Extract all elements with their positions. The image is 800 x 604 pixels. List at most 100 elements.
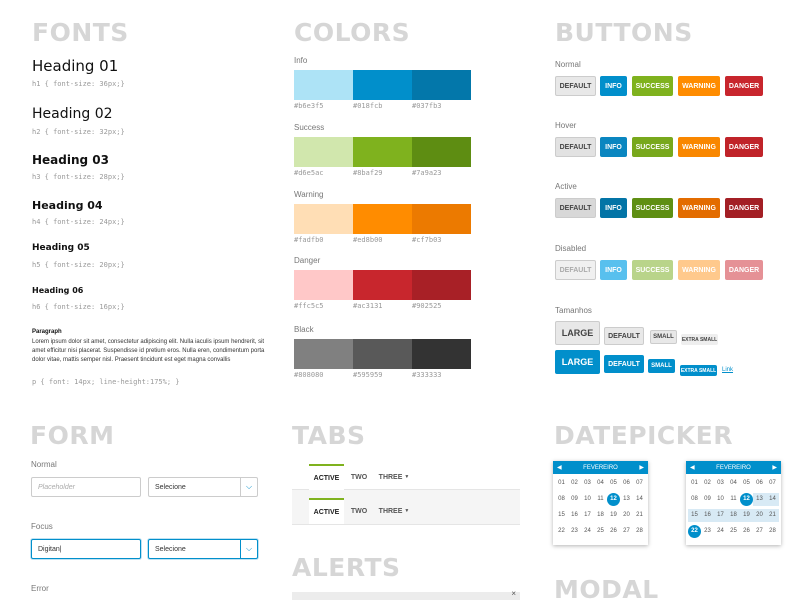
calendar-day[interactable]: 08 bbox=[555, 493, 568, 506]
button-xsmall-info[interactable]: EXTRA SMALL bbox=[680, 365, 717, 376]
calendar-day[interactable]: 19 bbox=[607, 509, 620, 522]
button-success-disabled[interactable]: SUCCESS bbox=[632, 260, 673, 280]
button-large-info[interactable]: LARGE bbox=[555, 350, 600, 374]
calendar-day[interactable]: 04 bbox=[727, 477, 740, 490]
button-danger-normal[interactable]: DANGER bbox=[725, 76, 763, 96]
calendar-day[interactable]: 19 bbox=[740, 509, 753, 522]
button-danger-hover[interactable]: DANGER bbox=[725, 137, 763, 157]
calendar-day[interactable]: 05 bbox=[740, 477, 753, 490]
calendar-day[interactable]: 18 bbox=[594, 509, 607, 522]
button-xsmall-default[interactable]: EXTRA SMALL bbox=[681, 334, 718, 345]
calendar-day[interactable]: 20 bbox=[753, 509, 766, 522]
calendar-day[interactable]: 13 bbox=[753, 493, 766, 506]
calendar-day[interactable]: 12 bbox=[607, 493, 620, 506]
button-success-active[interactable]: SUCCESS bbox=[632, 198, 673, 218]
calendar-day[interactable]: 01 bbox=[555, 477, 568, 490]
prev-arrow-icon[interactable]: ◀ bbox=[557, 464, 562, 471]
calendar-day[interactable]: 17 bbox=[581, 509, 594, 522]
datepicker-single[interactable]: ◀ FEVEREIRO ▶ 01 02 03 04 05 06 07 08 09 10 11 12 13 14… bbox=[553, 461, 648, 545]
tab-active[interactable]: ACTIVE bbox=[309, 464, 344, 490]
calendar-day[interactable]: 12 bbox=[740, 493, 753, 506]
calendar-day[interactable]: 23 bbox=[568, 525, 581, 538]
button-default-info[interactable]: DEFAULT bbox=[604, 355, 644, 373]
normal-input[interactable]: Placeholder bbox=[31, 477, 141, 497]
tab-three-filled[interactable]: THREE ▼ bbox=[376, 498, 412, 524]
button-info-normal[interactable]: INFO bbox=[600, 76, 627, 96]
calendar-day[interactable]: 02 bbox=[701, 477, 714, 490]
tab-two[interactable]: TWO bbox=[345, 464, 373, 490]
calendar-day[interactable]: 18 bbox=[727, 509, 740, 522]
calendar-day[interactable]: 28 bbox=[633, 525, 646, 538]
calendar-day[interactable]: 24 bbox=[581, 525, 594, 538]
button-warning-disabled[interactable]: WARNING bbox=[678, 260, 720, 280]
button-info-active[interactable]: INFO bbox=[600, 198, 627, 218]
calendar-day[interactable]: 06 bbox=[620, 477, 633, 490]
close-icon[interactable]: × bbox=[511, 589, 516, 598]
calendar-day[interactable]: 16 bbox=[701, 509, 714, 522]
calendar-day[interactable]: 21 bbox=[766, 509, 779, 522]
button-default-hover[interactable]: DEFAULT bbox=[555, 137, 596, 157]
calendar-day[interactable]: 23 bbox=[701, 525, 714, 538]
calendar-day[interactable]: 28 bbox=[766, 525, 779, 538]
calendar-day[interactable]: 08 bbox=[688, 493, 701, 506]
calendar-day[interactable]: 01 bbox=[688, 477, 701, 490]
button-small-default[interactable]: SMALL bbox=[650, 330, 677, 344]
calendar-day[interactable]: 09 bbox=[568, 493, 581, 506]
calendar-day[interactable]: 11 bbox=[594, 493, 607, 506]
calendar-day[interactable]: 06 bbox=[753, 477, 766, 490]
button-warning-active[interactable]: WARNING bbox=[678, 198, 720, 218]
calendar-day[interactable]: 07 bbox=[766, 477, 779, 490]
datepicker-range[interactable]: ◀ FEVEREIRO ▶ 01 02 03 04 05 06 07 08 09 10 11 12 13 14… bbox=[686, 461, 781, 545]
calendar-day[interactable]: 25 bbox=[727, 525, 740, 538]
button-success-hover[interactable]: SUCCESS bbox=[632, 137, 673, 157]
calendar-day[interactable]: 04 bbox=[594, 477, 607, 490]
button-danger-disabled[interactable]: DANGER bbox=[725, 260, 763, 280]
button-success-normal[interactable]: SUCCESS bbox=[632, 76, 673, 96]
focus-select[interactable]: Selecione ⌵ bbox=[148, 539, 258, 559]
calendar-day[interactable]: 21 bbox=[633, 509, 646, 522]
calendar-day[interactable]: 13 bbox=[620, 493, 633, 506]
button-danger-active[interactable]: DANGER bbox=[725, 198, 763, 218]
calendar-day[interactable]: 27 bbox=[753, 525, 766, 538]
button-warning-hover[interactable]: WARNING bbox=[678, 137, 720, 157]
calendar-day[interactable]: 14 bbox=[766, 493, 779, 506]
calendar-day[interactable]: 03 bbox=[581, 477, 594, 490]
calendar-day[interactable]: 10 bbox=[714, 493, 727, 506]
calendar-day[interactable]: 26 bbox=[740, 525, 753, 538]
calendar-day[interactable]: 26 bbox=[607, 525, 620, 538]
calendar-day[interactable]: 15 bbox=[555, 509, 568, 522]
button-info-disabled[interactable]: INFO bbox=[600, 260, 627, 280]
button-default-normal[interactable]: DEFAULT bbox=[555, 76, 596, 96]
calendar-day[interactable]: 25 bbox=[594, 525, 607, 538]
calendar-day[interactable]: 24 bbox=[714, 525, 727, 538]
normal-select[interactable]: Selecione ⌵ bbox=[148, 477, 258, 497]
calendar-day[interactable]: 15 bbox=[688, 509, 701, 522]
calendar-day[interactable]: 05 bbox=[607, 477, 620, 490]
tab-active-filled[interactable]: ACTIVE bbox=[309, 498, 344, 524]
button-large-default[interactable]: LARGE bbox=[555, 321, 600, 345]
calendar-day[interactable]: 16 bbox=[568, 509, 581, 522]
tab-three[interactable]: THREE ▼ bbox=[376, 464, 412, 490]
focus-input[interactable]: Digitan| bbox=[31, 539, 141, 559]
button-default-disabled[interactable]: DEFAULT bbox=[555, 260, 596, 280]
calendar-day[interactable]: 02 bbox=[568, 477, 581, 490]
calendar-day[interactable]: 22 bbox=[688, 525, 701, 538]
button-default-active[interactable]: DEFAULT bbox=[555, 198, 596, 218]
calendar-day[interactable]: 22 bbox=[555, 525, 568, 538]
calendar-day[interactable]: 17 bbox=[714, 509, 727, 522]
calendar-day[interactable]: 07 bbox=[633, 477, 646, 490]
calendar-day[interactable]: 09 bbox=[701, 493, 714, 506]
calendar-day[interactable]: 20 bbox=[620, 509, 633, 522]
calendar-day[interactable]: 27 bbox=[620, 525, 633, 538]
tab-two-filled[interactable]: TWO bbox=[345, 498, 373, 524]
calendar-day[interactable]: 11 bbox=[727, 493, 740, 506]
next-arrow-icon[interactable]: ▶ bbox=[772, 464, 777, 471]
button-warning-normal[interactable]: WARNING bbox=[678, 76, 720, 96]
prev-arrow-icon[interactable]: ◀ bbox=[690, 464, 695, 471]
button-info-hover[interactable]: INFO bbox=[600, 137, 627, 157]
button-small-info[interactable]: SMALL bbox=[648, 359, 675, 373]
link-button[interactable]: Link bbox=[722, 367, 733, 373]
calendar-day[interactable]: 10 bbox=[581, 493, 594, 506]
calendar-day[interactable]: 03 bbox=[714, 477, 727, 490]
next-arrow-icon[interactable]: ▶ bbox=[639, 464, 644, 471]
